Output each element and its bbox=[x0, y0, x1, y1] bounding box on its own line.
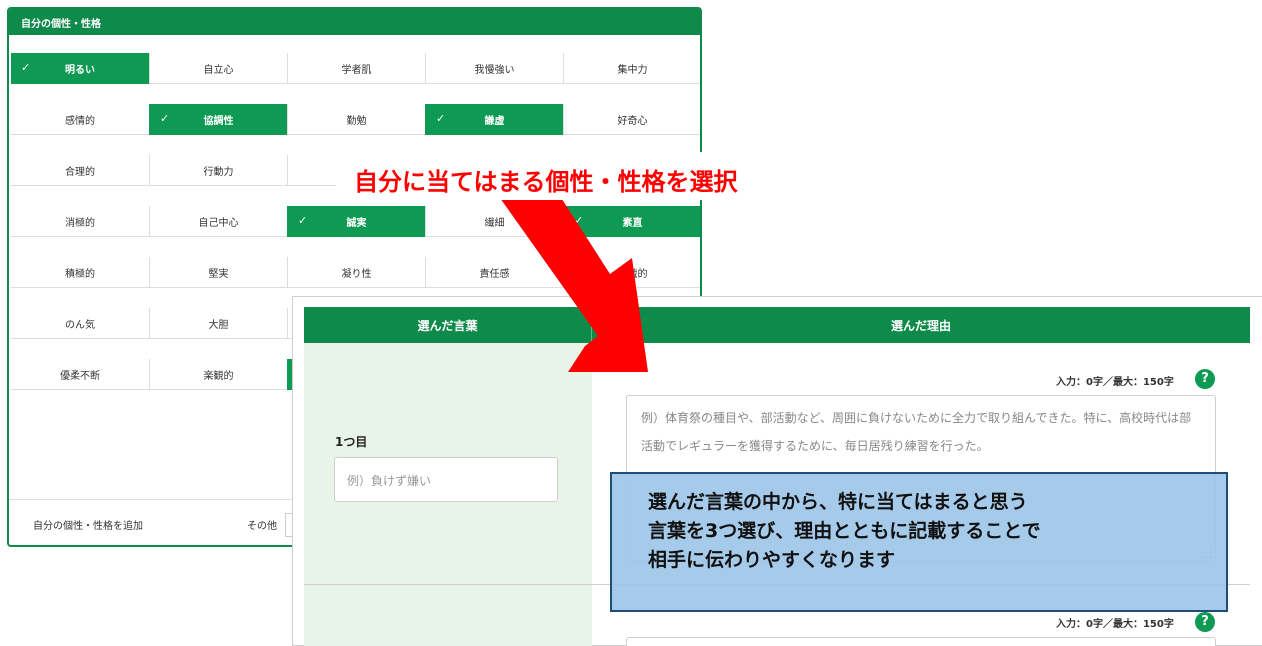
trait-label: 堅実 bbox=[208, 268, 229, 280]
word-input[interactable]: 例）負けず嫌い bbox=[334, 457, 558, 502]
trait-option[interactable]: 常識的 bbox=[563, 257, 700, 288]
check-icon: ✓ bbox=[436, 112, 446, 125]
char-counter: 入力：0字／最大：150字 bbox=[1056, 377, 1174, 388]
trait-option[interactable]: 優柔不断 bbox=[11, 359, 149, 390]
trait-label: 自立心 bbox=[203, 64, 234, 76]
trait-label: 楽観的 bbox=[203, 370, 234, 382]
reason-table-header: 選んだ言葉 選んだ理由 bbox=[304, 307, 1250, 343]
row-label: 1つ目 bbox=[335, 435, 368, 449]
annotation-title: 自分に当てはまる個性・性格を選択 bbox=[336, 152, 856, 200]
trait-option[interactable]: 学者肌 bbox=[287, 53, 425, 84]
trait-label: 集中力 bbox=[617, 64, 648, 76]
trait-label: 責任感 bbox=[479, 268, 510, 280]
trait-option[interactable]: ✓ 謙虚 bbox=[425, 104, 563, 135]
reason-textarea-2[interactable] bbox=[626, 637, 1216, 646]
check-icon: ✓ bbox=[21, 61, 31, 74]
trait-option[interactable]: 勤勉 bbox=[287, 104, 425, 135]
trait-option[interactable]: 楽観的 bbox=[149, 359, 287, 390]
trait-option[interactable]: 責任感 bbox=[425, 257, 563, 288]
annotation-note-line: 言葉を3つ選び、理由とともに記載することで bbox=[648, 520, 1041, 542]
trait-option[interactable]: ✓ 素直 bbox=[563, 206, 700, 237]
annotation-note-line: 選んだ言葉の中から、特に当てはまると思う bbox=[648, 491, 1028, 513]
other-label: その他 bbox=[247, 521, 277, 532]
check-icon: ✓ bbox=[574, 214, 584, 227]
trait-option[interactable]: のん気 bbox=[11, 308, 149, 339]
column-header-word: 選んだ言葉 bbox=[304, 307, 592, 343]
trait-option[interactable]: ✓ 誠実 bbox=[287, 206, 425, 237]
trait-option[interactable]: 好奇心 bbox=[563, 104, 700, 135]
trait-label: 繊細 bbox=[484, 217, 505, 229]
trait-option[interactable]: 合理的 bbox=[11, 155, 149, 186]
trait-label: 好奇心 bbox=[617, 115, 648, 127]
add-trait-link[interactable]: 自分の個性・性格を追加 bbox=[33, 517, 143, 532]
trait-label: 合理的 bbox=[65, 166, 95, 178]
annotation-note: 選んだ言葉の中から、特に当てはまると思う 言葉を3つ選び、理由とともに記載するこ… bbox=[610, 472, 1228, 612]
trait-option[interactable]: 繊細 bbox=[425, 206, 563, 237]
trait-label: 大胆 bbox=[208, 319, 229, 331]
trait-option[interactable]: 積極的 bbox=[11, 257, 149, 288]
trait-label: 常識的 bbox=[617, 268, 648, 280]
trait-label: 行動力 bbox=[203, 166, 234, 178]
trait-label: 明るい bbox=[65, 64, 95, 76]
trait-label: 勤勉 bbox=[346, 115, 367, 127]
trait-label: 謙虚 bbox=[484, 115, 505, 127]
trait-label: 感情的 bbox=[65, 115, 95, 127]
trait-label: 素直 bbox=[622, 217, 643, 229]
trait-label: 協調性 bbox=[203, 115, 234, 127]
annotation-note-line: 相手に伝わりやすくなります bbox=[648, 549, 896, 571]
trait-option[interactable]: 消極的 bbox=[11, 206, 149, 237]
trait-option[interactable]: ✓ 明るい bbox=[11, 53, 149, 84]
trait-label: 消極的 bbox=[65, 217, 95, 229]
reason-placeholder: 例）体育祭の種目や、部活動など、周囲に負けないために全力で取り組んできた。特に、… bbox=[641, 411, 1192, 453]
trait-option[interactable]: 堅実 bbox=[149, 257, 287, 288]
trait-label: 優柔不断 bbox=[60, 370, 100, 382]
trait-option[interactable]: 行動力 bbox=[149, 155, 287, 186]
help-icon-2[interactable]: ? bbox=[1195, 612, 1215, 632]
trait-option[interactable]: 大胆 bbox=[149, 308, 287, 339]
trait-label: 誠実 bbox=[346, 217, 367, 229]
trait-option[interactable]: ✓ 協調性 bbox=[149, 104, 287, 135]
trait-label: 自己中心 bbox=[198, 217, 239, 229]
trait-label: 学者肌 bbox=[341, 64, 372, 76]
trait-label: のん気 bbox=[65, 319, 95, 331]
trait-label: 積極的 bbox=[65, 268, 95, 280]
trait-option[interactable]: 我慢強い bbox=[425, 53, 563, 84]
trait-option[interactable]: 自己中心 bbox=[149, 206, 287, 237]
help-icon[interactable]: ? bbox=[1195, 369, 1215, 389]
check-icon: ✓ bbox=[160, 112, 170, 125]
column-header-reason: 選んだ理由 bbox=[890, 318, 951, 333]
char-counter-2: 入力：0字／最大：150字 bbox=[1056, 619, 1174, 630]
trait-option[interactable]: 感情的 bbox=[11, 104, 149, 135]
trait-option[interactable]: 自立心 bbox=[149, 53, 287, 84]
check-icon: ✓ bbox=[298, 214, 308, 227]
trait-label: 我慢強い bbox=[474, 64, 515, 76]
trait-panel-title: 自分の個性・性格 bbox=[9, 9, 700, 35]
trait-label: 凝り性 bbox=[341, 268, 372, 280]
trait-option[interactable]: 凝り性 bbox=[287, 257, 425, 288]
trait-option[interactable]: 集中力 bbox=[563, 53, 700, 84]
